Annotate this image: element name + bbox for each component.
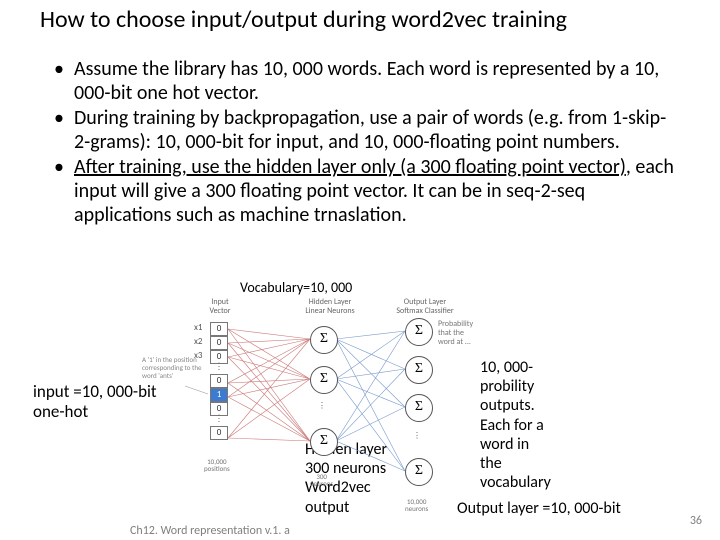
sigma-neuron: Σ <box>405 318 433 346</box>
text: outputs. <box>480 396 535 415</box>
text: 10, 000- <box>480 358 533 377</box>
text: word in <box>480 435 529 454</box>
text: the <box>480 454 502 473</box>
input-label: input =10, 000-bit one-hot <box>33 382 157 423</box>
text: probility <box>480 377 534 396</box>
text: one-hot <box>33 401 88 422</box>
bullet-list: Assume the library has 10, 000 words. Ea… <box>50 58 680 229</box>
output-layer-label: Output layer =10, 000-bit <box>457 500 621 518</box>
text: Each for a <box>480 416 544 435</box>
output-description: 10, 000- probility outputs. Each for a w… <box>480 358 551 492</box>
sigma-neuron: Σ <box>310 326 338 354</box>
slide: How to choose input/output during word2v… <box>0 0 720 540</box>
bullet-underlined: After training, use the hidden layer onl… <box>74 155 626 179</box>
sigma-neuron: Σ <box>405 458 433 486</box>
slide-title: How to choose input/output during word2v… <box>40 6 700 35</box>
bullet-item: During training by backpropagation, use … <box>50 107 680 154</box>
bullet-item: Assume the library has 10, 000 words. Ea… <box>50 58 680 105</box>
sigma-neuron: Σ <box>405 356 433 384</box>
sigma-neuron: Σ <box>310 366 338 394</box>
text: vocabulary <box>480 473 551 492</box>
sigma-neuron: Σ <box>405 394 433 422</box>
bullet-item: After training, use the hidden layer onl… <box>50 156 680 227</box>
page-number: 36 <box>690 514 702 528</box>
vocabulary-label: Vocabulary=10, 000 <box>240 280 352 296</box>
sigma-neuron: Σ <box>310 428 338 456</box>
network-diagram: Input Vector Hidden Layer Linear Neurons… <box>160 298 470 533</box>
text: input =10, 000-bit <box>33 381 157 402</box>
